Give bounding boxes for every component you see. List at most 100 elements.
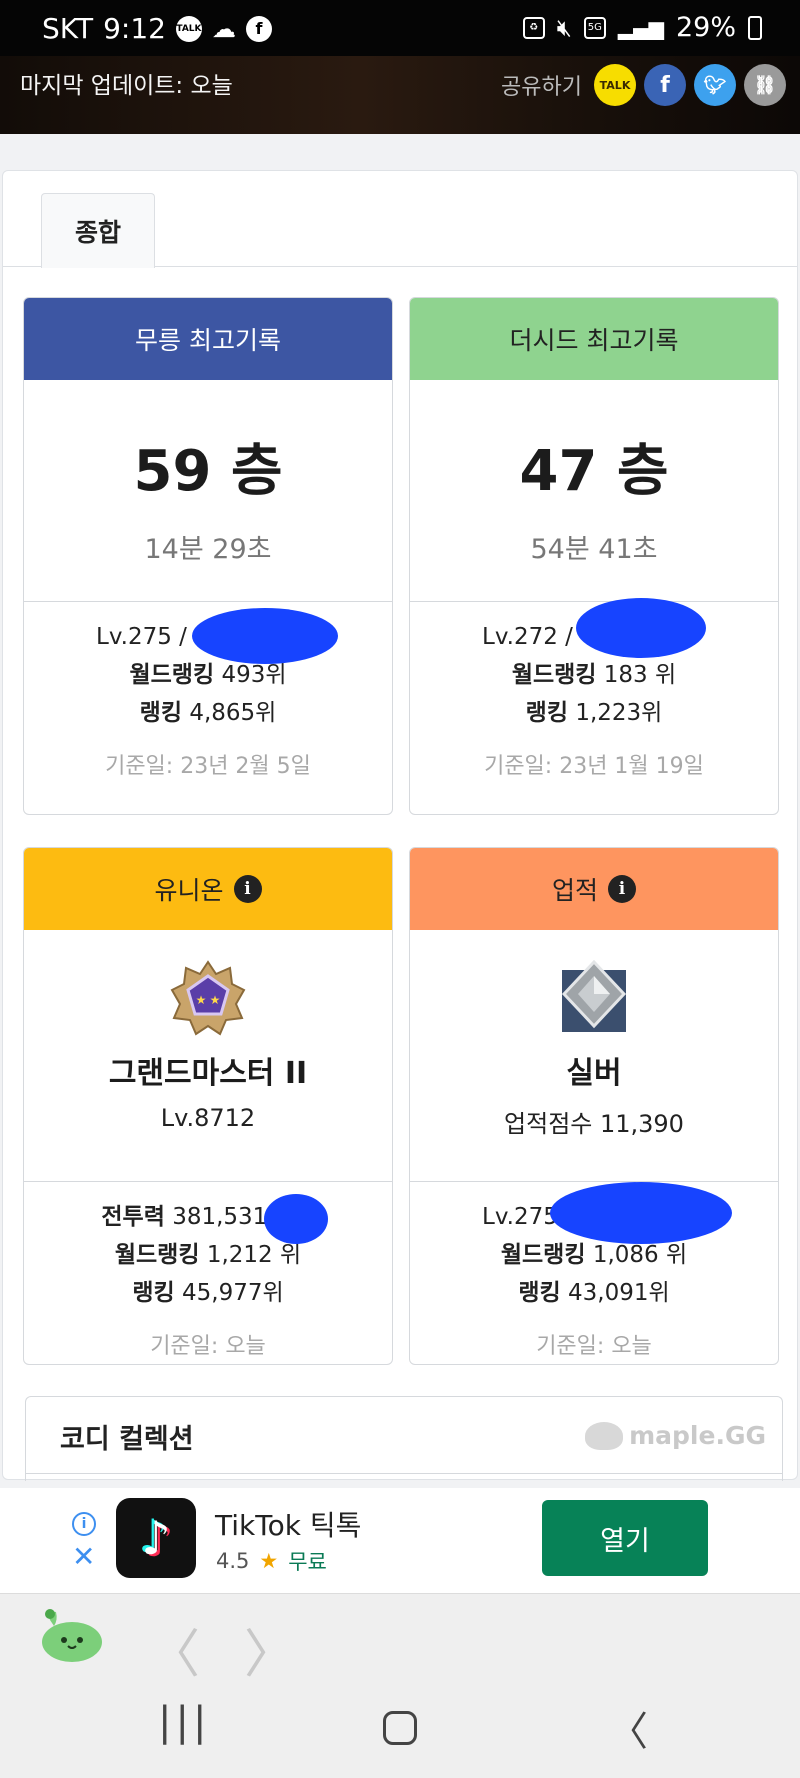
divider [26,1473,782,1474]
svg-text:★: ★ [196,993,207,1007]
achievement-title: 업적 [551,876,598,905]
summary-panel: 종합 무릉 최고기록 59 층 14분 29초 Lv.275 / 월드랭킹 49… [2,170,798,1481]
home-icon[interactable] [383,1711,417,1745]
redaction-blob [550,1182,732,1244]
union-card: 유니온 i ★ ★ 그랜드마스터 II Lv.8712 전투력 381,531,… [23,847,393,1365]
redaction-blob [192,608,338,664]
kakaotalk-share-button[interactable]: TALK [594,64,636,106]
mureung-world-rank-label: 월드랭킹 [129,662,215,688]
browser-toolbar: 〈 〉 [0,1593,800,1685]
carrier: SKT [42,12,94,45]
mureung-card: 무릉 최고기록 59 층 14분 29초 Lv.275 / 월드랭킹 493위 … [23,297,393,815]
status-bar: SKT 9:12 TALK ☁ f ♻ 🔇︎ 5G ▂▄▆ 29% [0,0,800,56]
union-power-label: 전투력 [101,1204,165,1230]
achievement-world-rank-label: 월드랭킹 [500,1242,586,1268]
status-right: ♻ 🔇︎ 5G ▂▄▆ 29% [522,12,762,43]
union-world-rank: 1,212 위 [206,1242,302,1268]
copy-link-button[interactable]: ⛓ [744,64,786,106]
facebook-notification-icon: f [245,15,272,42]
tab-bar: 종합 [3,171,797,268]
achievement-rank-label: 랭킹 [518,1280,561,1306]
share-label: 공유하기 [501,75,582,100]
achievement-tier: 실버 [566,1056,622,1091]
union-world-rank-label: 월드랭킹 [114,1242,200,1268]
mureung-rank-label: 랭킹 [139,700,182,726]
achievement-world-rank: 1,086 위 [592,1242,688,1268]
mureung-card-header: 무릉 최고기록 [24,298,392,380]
svg-text:★: ★ [210,993,221,1007]
clock: 9:12 [103,12,166,45]
twitter-share-button[interactable]: 🐦︎ [694,64,736,106]
achievement-level: Lv.275 [482,1204,558,1230]
tab-overview[interactable]: 종합 [41,193,155,268]
union-date: 기준일: 오늘 [150,1334,266,1359]
ad-app-name[interactable]: TikTok 틱톡 [215,1504,361,1544]
union-level: Lv.8712 [160,1104,256,1132]
achievement-summary: 실버 업적점수 11,390 [410,959,778,1182]
ad-rating: 4.5 [216,1549,250,1573]
theseed-world-rank: 183 위 [603,662,677,688]
theseed-card-header: 더시드 최고기록 [410,298,778,380]
union-details: 전투력 381,531, 월드랭킹 1,212 위 랭킹 45,977위 기준일… [24,1182,392,1360]
theseed-summary: 47 층 54분 41초 [410,380,778,602]
theseed-floor: 47 층 [519,439,669,504]
union-card-header: 유니온 i [24,848,392,930]
redaction-blob [576,598,706,658]
theseed-time: 54분 41초 [530,534,658,565]
redaction-blob [264,1194,328,1244]
back-icon[interactable]: 〈 [608,1699,648,1757]
recycle-icon: ♻ [522,16,545,39]
cloud-icon: ☁ [211,14,236,43]
mureung-time: 14분 29초 [144,534,272,565]
codi-collection-section: 코디 컬렉션 maple.GG [25,1396,783,1481]
theseed-rank-label: 랭킹 [525,700,568,726]
mute-icon: 🔇︎ [556,13,572,42]
info-icon[interactable]: i [233,875,262,903]
watermark-text: maple.GG [629,1421,766,1450]
theseed-rank: 1,223위 [575,700,663,726]
5g-icon: 5G [583,16,606,39]
union-tier: 그랜드마스터 II [108,1056,308,1091]
forward-arrow-icon[interactable]: 〉 [244,1612,296,1687]
site-header: 마지막 업데이트: 오늘 공유하기 TALK f 🐦︎ ⛓ [0,56,800,134]
grandmaster-emblem-icon: ★ ★ [170,960,246,1036]
maplegg-slime-home-icon[interactable] [36,1606,102,1664]
status-left: SKT 9:12 TALK ☁ f [42,12,272,45]
mureung-world-rank: 493위 [221,662,287,688]
recent-apps-icon[interactable]: ||| [158,1699,210,1745]
achievement-date: 기준일: 오늘 [536,1334,652,1359]
info-icon[interactable]: i [608,875,636,903]
theseed-date: 기준일: 23년 1월 19일 [484,754,704,779]
battery-level: 29% [675,12,736,43]
achievement-card: 업적 i 실버 업적점수 11,390 Lv.275 월드랭킹 1,086 위 … [409,847,779,1365]
union-rank-label: 랭킹 [132,1280,175,1306]
union-rank: 45,977위 [182,1280,284,1306]
ad-meta: 4.5 ★ 무료 [216,1546,327,1576]
facebook-share-button[interactable]: f [644,64,686,106]
slime-logo-icon [585,1421,624,1450]
ad-banner[interactable]: i ✕ ♪ TikTok 틱톡 4.5 ★ 무료 열기 [0,1488,800,1593]
mureung-rank: 4,865위 [189,700,277,726]
battery-icon [748,15,762,40]
kakaotalk-notification-icon: TALK [175,15,202,42]
ad-close-icon[interactable]: ✕ [72,1543,95,1571]
ad-open-button[interactable]: 열기 [542,1500,708,1576]
silver-emblem-icon [556,959,632,1036]
tiktok-app-icon[interactable]: ♪ [116,1498,196,1578]
signal-icon: ▂▄▆ [617,15,664,40]
achievement-card-header: 업적 i [410,848,778,930]
mureung-details: Lv.275 / 월드랭킹 493위 랭킹 4,865위 기준일: 23년 2월… [24,602,392,780]
achievement-score: 업적점수 11,390 [504,1110,684,1138]
share-bar: 공유하기 TALK f 🐦︎ ⛓ [501,64,786,106]
achievement-details: Lv.275 월드랭킹 1,086 위 랭킹 43,091위 기준일: 오늘 [410,1182,778,1360]
mureung-title: 무릉 최고기록 [135,326,281,355]
union-power: 381,531, [172,1204,275,1230]
union-title: 유니온 [154,876,224,905]
back-arrow-icon[interactable]: 〈 [148,1612,200,1687]
mureung-date: 기준일: 23년 2월 5일 [105,754,311,779]
maplegg-watermark: maple.GG [585,1421,766,1450]
ad-info-icon[interactable]: i [72,1512,96,1536]
theseed-world-rank-label: 월드랭킹 [511,662,597,688]
theseed-card: 더시드 최고기록 47 층 54분 41초 Lv.272 / 월드랭킹 183 … [409,297,779,815]
theseed-title: 더시드 최고기록 [509,326,679,355]
